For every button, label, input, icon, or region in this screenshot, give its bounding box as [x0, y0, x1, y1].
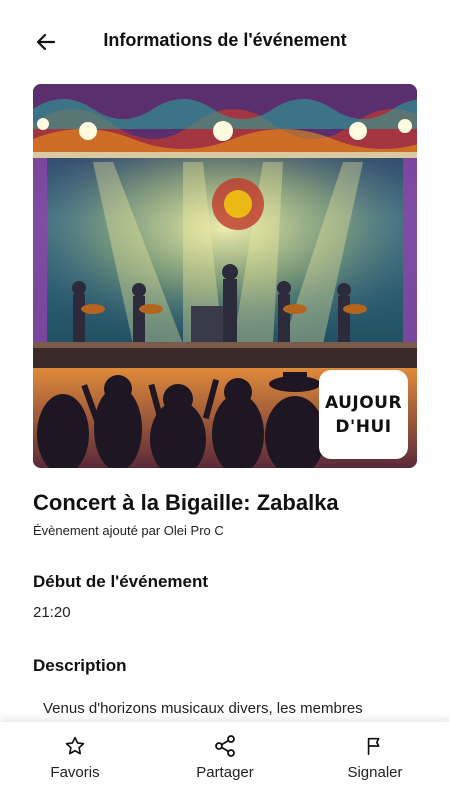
start-heading: Début de l'événement: [33, 572, 209, 591]
description-heading: Description: [33, 656, 127, 675]
event-title: Concert à la Bigaille: Zabalka: [33, 490, 339, 515]
description-text: Venus d'horizons musicaux divers, les me…: [43, 700, 363, 717]
star-icon: [63, 734, 87, 758]
share-icon: [213, 734, 237, 758]
page-title: Informations de l'événement: [103, 30, 347, 50]
share-label: Partager: [196, 764, 254, 781]
favorites-button[interactable]: Favoris: [0, 722, 150, 800]
event-image: AUJOUR D'HUI: [33, 84, 417, 468]
flag-icon: [363, 734, 387, 758]
bottom-action-bar: Favoris Partager Signaler: [0, 722, 450, 800]
report-button[interactable]: Signaler: [300, 722, 450, 800]
share-button[interactable]: Partager: [150, 722, 300, 800]
report-label: Signaler: [347, 764, 403, 781]
today-badge: AUJOUR D'HUI: [319, 370, 408, 459]
app-bar: Informations de l'événement: [0, 0, 450, 82]
favorites-label: Favoris: [50, 764, 100, 781]
start-time: 21:20: [33, 604, 71, 621]
added-by-text: Évènement ajouté par Olei Pro C: [33, 523, 224, 538]
